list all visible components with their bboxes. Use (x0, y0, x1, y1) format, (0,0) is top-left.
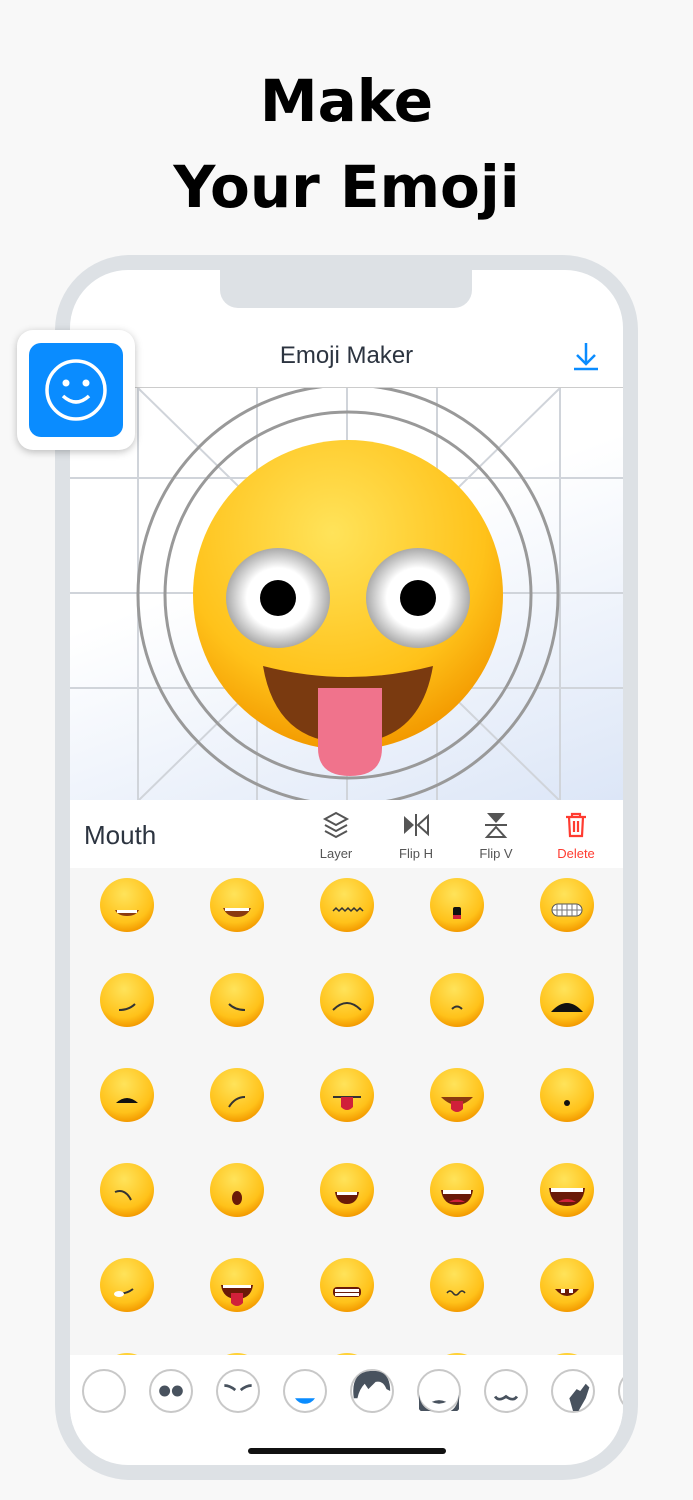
mouth-option-open-small[interactable] (429, 877, 485, 933)
part-selector (70, 1355, 623, 1425)
eyebrows-icon (224, 1384, 252, 1392)
mouth-option-tongue-laugh[interactable] (209, 1257, 265, 1313)
beard-icon (419, 1394, 459, 1415)
mouth-option-wavy[interactable] (319, 877, 375, 933)
emoji-canvas[interactable] (70, 383, 623, 807)
part-beard-button[interactable] (417, 1369, 461, 1415)
phone-frame: Emoji Maker Mouth Layer Flip H Flip V De… (55, 255, 638, 1480)
hand-icon (569, 1383, 590, 1411)
trash-icon (566, 812, 586, 838)
mouth-option-frown[interactable] (319, 972, 375, 1028)
layers-icon (322, 811, 350, 839)
mouth-option-open-smile[interactable] (319, 1162, 375, 1218)
mouth-option-smile-tooth[interactable] (539, 1257, 595, 1313)
mouth-option-side-tongue[interactable] (99, 1257, 155, 1313)
part-mouth-button[interactable] (283, 1369, 327, 1413)
delete-button[interactable]: Delete (541, 810, 611, 861)
flip-horizontal-icon (404, 813, 429, 837)
part-hair-button[interactable] (350, 1369, 394, 1413)
mouth-option-tongue-wide[interactable] (429, 1067, 485, 1123)
home-indicator (248, 1448, 446, 1454)
app-screen: Emoji Maker Mouth Layer Flip H Flip V De… (70, 270, 623, 1465)
headline: Make Your Emoji (0, 58, 693, 230)
mouth-option-flat-open-small[interactable] (99, 1067, 155, 1123)
face-icon (84, 1371, 124, 1411)
part-mustache-button[interactable] (484, 1369, 528, 1413)
mouth-option-wavy-small[interactable] (429, 1257, 485, 1313)
mouth-option-smirk-left[interactable] (99, 972, 155, 1028)
part-face-button[interactable] (82, 1369, 126, 1413)
canvas-guides (70, 383, 623, 807)
part-hand-button[interactable] (551, 1369, 595, 1413)
headline-line2: Your Emoji (173, 153, 520, 221)
flip-v-button[interactable]: Flip V (461, 810, 531, 861)
download-icon[interactable] (571, 340, 601, 372)
mouth-option-laugh[interactable] (539, 1162, 595, 1218)
mustache-icon (493, 1394, 519, 1401)
hair-icon (353, 1370, 391, 1399)
headline-line1: Make (259, 67, 434, 135)
more-icon (620, 1371, 623, 1411)
mouth-option-flat-open[interactable] (539, 972, 595, 1028)
mouth-option-open-o[interactable] (209, 1162, 265, 1218)
part-eyebrows-button[interactable] (216, 1369, 260, 1413)
mouth-icon (295, 1398, 315, 1404)
mouth-option-smile-teeth[interactable] (99, 877, 155, 933)
flip-v-label: Flip V (479, 846, 513, 861)
mouth-option-o-small[interactable] (539, 1067, 595, 1123)
mouth-option-big-grin[interactable] (429, 1162, 485, 1218)
mouth-option-teeth-flat[interactable] (319, 1257, 375, 1313)
mouth-option-grimace[interactable] (539, 877, 595, 933)
part-eyes-button[interactable] (149, 1369, 193, 1413)
flip-vertical-icon (484, 813, 508, 838)
eyes-icon (159, 1385, 183, 1397)
app-title: Emoji Maker (279, 342, 414, 369)
notch (220, 270, 472, 308)
delete-label: Delete (557, 846, 595, 861)
flip-h-label: Flip H (399, 846, 433, 861)
section-title: Mouth (84, 820, 157, 850)
toolbar: Mouth Layer Flip H Flip V Delete (70, 800, 623, 868)
app-icon (17, 330, 135, 450)
mouth-option-grin-teeth[interactable] (209, 877, 265, 933)
mouth-option-tongue[interactable] (319, 1067, 375, 1123)
mouth-option-small-frown[interactable] (429, 972, 485, 1028)
mouth-option-smirk-up[interactable] (209, 1067, 265, 1123)
part-more-button[interactable] (618, 1369, 623, 1413)
mouth-option-frown-side[interactable] (99, 1162, 155, 1218)
smiley-icon (45, 359, 107, 421)
flip-h-button[interactable]: Flip H (381, 810, 451, 861)
layer-button[interactable]: Layer (301, 810, 371, 861)
mouth-options-grid (70, 868, 623, 1355)
layer-label: Layer (319, 846, 353, 861)
mouth-option-smirk-right[interactable] (209, 972, 265, 1028)
